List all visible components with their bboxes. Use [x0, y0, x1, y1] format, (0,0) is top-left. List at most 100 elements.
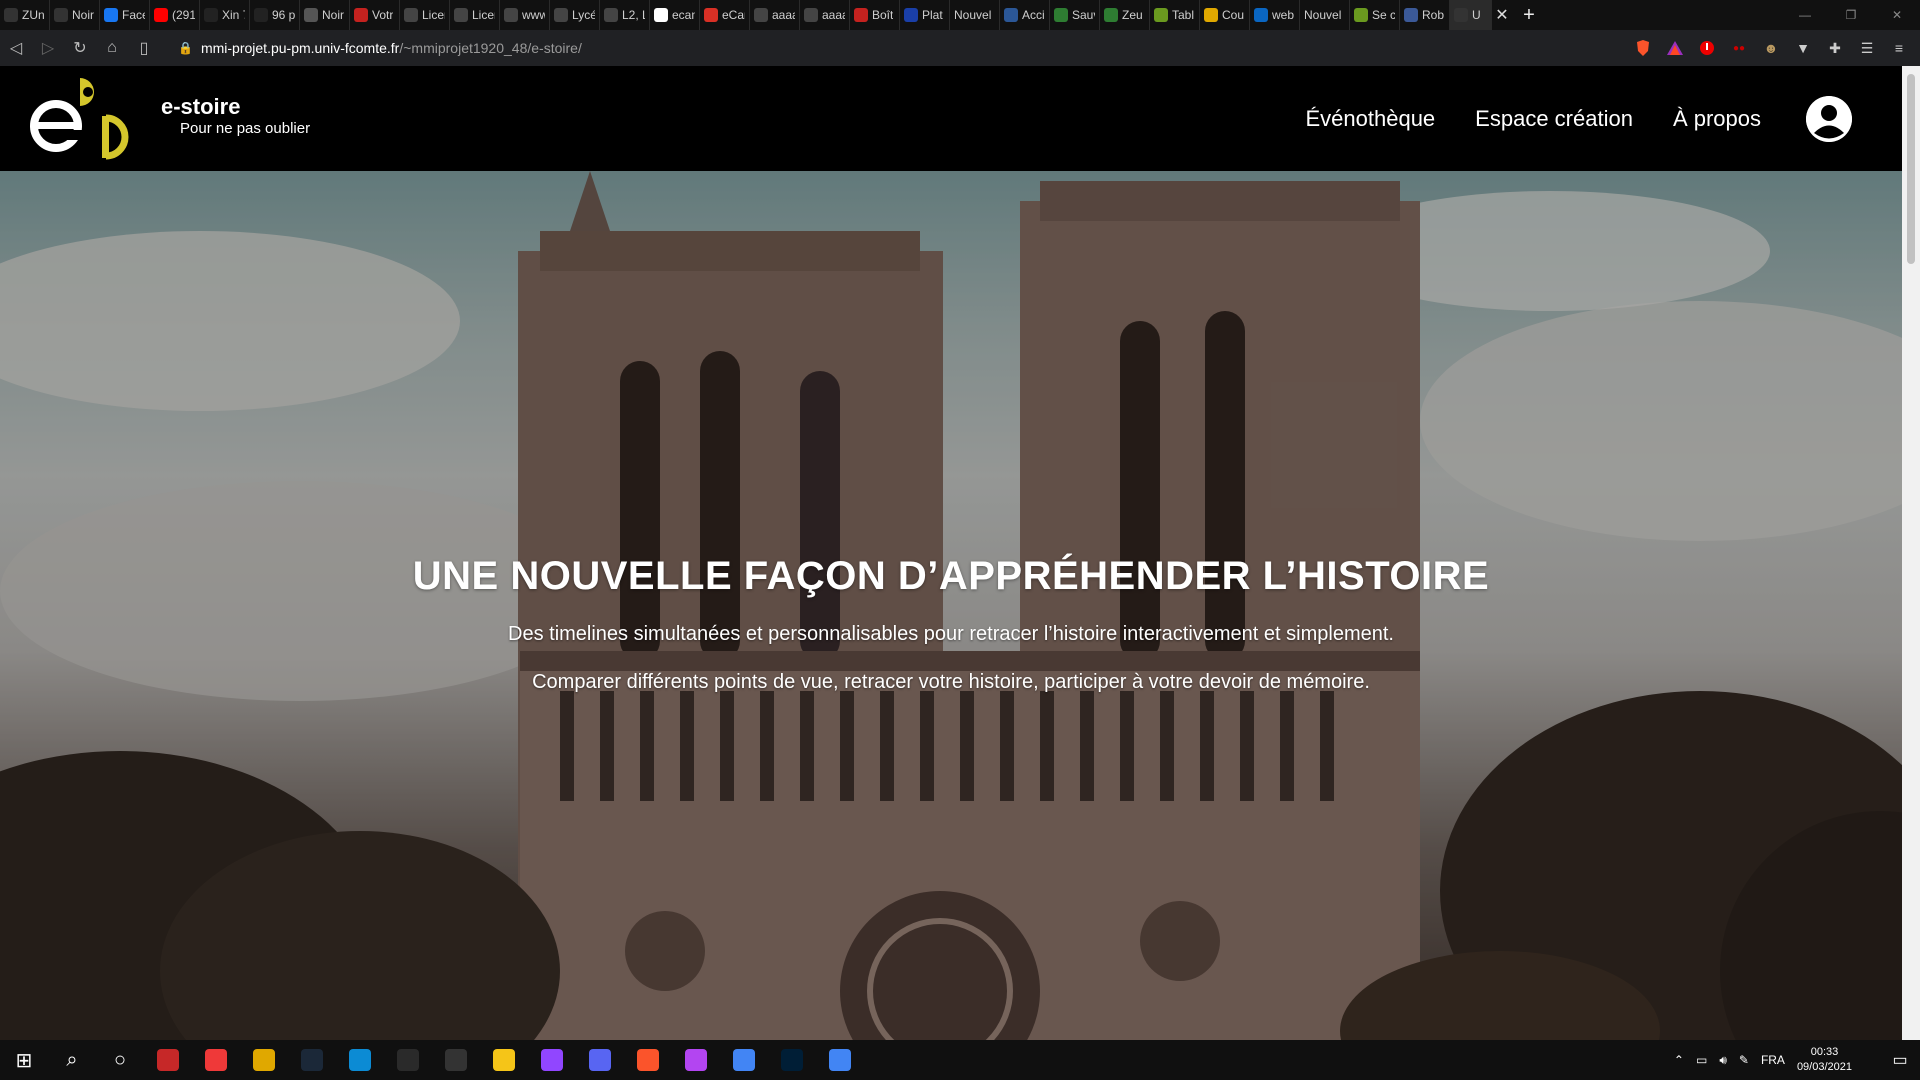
- volume-icon[interactable]: 🔊︎: [1719, 1053, 1727, 1068]
- browser-tab[interactable]: ZUn: [0, 0, 50, 30]
- browser-tab[interactable]: Cou: [1200, 0, 1250, 30]
- taskbar-explorer[interactable]: [480, 1040, 528, 1080]
- network-icon[interactable]: ▭: [1696, 1053, 1707, 1067]
- browser-tab[interactable]: Votr: [350, 0, 400, 30]
- taskbar-chrome[interactable]: [720, 1040, 768, 1080]
- app-icon: [253, 1049, 275, 1071]
- restore-button[interactable]: ❐: [1828, 0, 1874, 30]
- home-button[interactable]: ⌂: [96, 32, 128, 64]
- browser-tab[interactable]: Nouvel o: [1300, 0, 1350, 30]
- tray-chevron-icon[interactable]: ⌃: [1674, 1053, 1684, 1067]
- hero-description-line-1: Des timelines simultanées et personnalis…: [508, 623, 1394, 645]
- nav-evenotheque[interactable]: Événothèque: [1306, 106, 1436, 132]
- window-controls: — ❐ ✕: [1782, 0, 1920, 30]
- browser-tab[interactable]: (291: [150, 0, 200, 30]
- browser-tab[interactable]: Nouvel o: [950, 0, 1000, 30]
- taskbar-app-m[interactable]: [240, 1040, 288, 1080]
- browser-tab[interactable]: 96 p: [250, 0, 300, 30]
- globe-icon: [804, 8, 818, 22]
- user-account-icon[interactable]: [1806, 95, 1852, 142]
- browser-tab[interactable]: Noir: [50, 0, 100, 30]
- browser-tab[interactable]: www: [500, 0, 550, 30]
- extension-red-icon[interactable]: ●●: [1728, 37, 1750, 59]
- reload-button[interactable]: ↻: [64, 32, 96, 64]
- browser-tab[interactable]: Noir: [300, 0, 350, 30]
- scrollbar-thumb[interactable]: [1907, 74, 1915, 264]
- pen-icon[interactable]: ✎: [1739, 1053, 1749, 1067]
- phpstorm-icon: [685, 1049, 707, 1071]
- nav-espace-creation[interactable]: Espace création: [1475, 106, 1633, 132]
- clock[interactable]: 00:33 09/03/2021: [1797, 1045, 1852, 1075]
- m-icon: [1204, 8, 1218, 22]
- taskbar-edge[interactable]: [336, 1040, 384, 1080]
- browser-tab[interactable]: Rob: [1400, 0, 1450, 30]
- ecampus-icon: [704, 8, 718, 22]
- taskbar-phpstorm[interactable]: [672, 1040, 720, 1080]
- vpn-icon[interactable]: ▼: [1792, 37, 1814, 59]
- browser-tab[interactable]: U: [1450, 0, 1492, 30]
- taskbar-chrome2[interactable]: [816, 1040, 864, 1080]
- browser-tab[interactable]: Licer: [450, 0, 500, 30]
- new-tab-button[interactable]: +: [1512, 4, 1546, 27]
- extension-profile-icon[interactable]: ☻: [1760, 37, 1782, 59]
- brave-rewards-icon[interactable]: [1664, 37, 1686, 59]
- tab-title: web: [1272, 8, 1295, 22]
- adblock-icon[interactable]: [1696, 37, 1718, 59]
- browser-tab[interactable]: Sauv: [1050, 0, 1100, 30]
- taskbar-start[interactable]: ⊞: [0, 1040, 48, 1080]
- browser-tab[interactable]: Tabl: [1150, 0, 1200, 30]
- page-scrollbar[interactable]: [1902, 66, 1920, 1040]
- browser-tab[interactable]: Xin 7: [200, 0, 250, 30]
- estoire-logo[interactable]: [28, 76, 134, 160]
- browser-tab[interactable]: aaaa: [750, 0, 800, 30]
- nav-a-propos[interactable]: À propos: [1673, 106, 1761, 132]
- taskbar-unity[interactable]: [432, 1040, 480, 1080]
- browser-tab[interactable]: ecan: [650, 0, 700, 30]
- browser-tab[interactable]: Face: [100, 0, 150, 30]
- tab-title: 96 p: [272, 8, 295, 22]
- facebook-icon: [104, 8, 118, 22]
- browser-tab[interactable]: Se c: [1350, 0, 1400, 30]
- close-window-button[interactable]: ✕: [1874, 0, 1920, 30]
- browser-tab[interactable]: aaaa: [800, 0, 850, 30]
- hero-overlay: [0, 171, 1902, 1040]
- menu-icon[interactable]: ≡: [1888, 37, 1910, 59]
- brave-shield-icon[interactable]: [1632, 37, 1654, 59]
- tab-title: ZUn: [22, 8, 45, 22]
- browser-tab[interactable]: Acci: [1000, 0, 1050, 30]
- brand-name[interactable]: e-stoire: [161, 94, 240, 120]
- estoire-icon: [1454, 8, 1468, 22]
- z-icon: [4, 8, 18, 22]
- notification-icon[interactable]: ▭: [1880, 1050, 1920, 1070]
- minimize-button[interactable]: —: [1782, 0, 1828, 30]
- taskbar-search[interactable]: ⌕: [48, 1040, 96, 1080]
- taskbar-discord[interactable]: [576, 1040, 624, 1080]
- taskbar-twitch[interactable]: [528, 1040, 576, 1080]
- bookmark-button[interactable]: ▯: [128, 32, 160, 64]
- close-tab-icon[interactable]: ✕: [1492, 5, 1512, 25]
- taskbar-brave[interactable]: [624, 1040, 672, 1080]
- browser-tab[interactable]: Licer: [400, 0, 450, 30]
- taskbar-vivaldi[interactable]: [192, 1040, 240, 1080]
- browser-tab[interactable]: Plat: [900, 0, 950, 30]
- taskbar-app-red[interactable]: [144, 1040, 192, 1080]
- back-button[interactable]: ◁: [0, 32, 32, 64]
- back-arrow-icon: ◁: [9, 40, 23, 57]
- circle-icon: ○: [113, 1048, 127, 1071]
- url-field[interactable]: 🔒 mmi-projet.pu-pm.univ-fcomte.fr/~mmipr…: [168, 34, 1588, 62]
- browser-tab[interactable]: web: [1250, 0, 1300, 30]
- taskbar-epic[interactable]: [384, 1040, 432, 1080]
- taskbar-photoshop[interactable]: [768, 1040, 816, 1080]
- browser-tab[interactable]: eCar: [700, 0, 750, 30]
- browser-tab[interactable]: Lycé: [550, 0, 600, 30]
- browser-tab[interactable]: Zeu: [1100, 0, 1150, 30]
- browser-tab[interactable]: L2, L: [600, 0, 650, 30]
- taskbar-cortana[interactable]: ○: [96, 1040, 144, 1080]
- forward-button[interactable]: ▷: [32, 32, 64, 64]
- playlist-icon[interactable]: ☰: [1856, 37, 1878, 59]
- language-indicator[interactable]: FRA: [1761, 1053, 1785, 1067]
- browser-tab[interactable]: Boît: [850, 0, 900, 30]
- tab-title: eCar: [722, 8, 745, 22]
- extensions-puzzle-icon[interactable]: ✚: [1824, 37, 1846, 59]
- taskbar-steam[interactable]: [288, 1040, 336, 1080]
